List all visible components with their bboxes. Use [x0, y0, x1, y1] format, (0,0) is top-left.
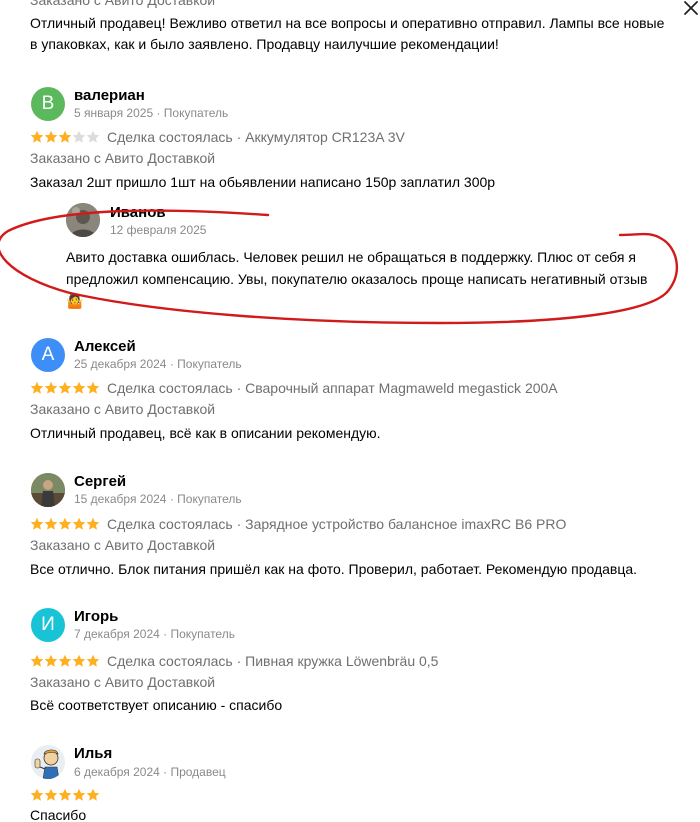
- review-text: Все отлично. Блок питания пришёл как на …: [30, 561, 638, 577]
- review-text: Спасибо: [30, 807, 87, 822]
- ordered-label: Заказано с Авито Доставкой: [30, 674, 216, 690]
- avatar-initial: И: [41, 614, 55, 635]
- star-rating: [30, 654, 100, 668]
- star-empty-icon: [86, 130, 100, 143]
- star-filled-icon: [72, 381, 86, 394]
- review-rating: Сделка состоялась · Пивная кружка Löwenb…: [30, 652, 438, 670]
- avatar-initial: В: [41, 93, 55, 114]
- star-rating: [30, 381, 100, 395]
- star-filled-icon: [44, 381, 58, 394]
- review-text-line: в упаковках, как и было заявлено. Продав…: [30, 36, 499, 52]
- star-rating: [30, 130, 100, 144]
- star-filled-icon: [86, 381, 100, 394]
- review-text: Отличный продавец! Вежливо ответил на вс…: [30, 13, 690, 55]
- vault-boy-icon: [31, 745, 65, 779]
- deal-info: Сделка состоялась · Аккумулятор CR123A 3…: [107, 129, 405, 145]
- star-empty-icon: [72, 130, 86, 143]
- review-text: Отличный продавец, всё как в описании ре…: [30, 425, 381, 441]
- reviewer-name[interactable]: валериан: [74, 87, 145, 104]
- avatar-photo-icon: [66, 203, 100, 237]
- star-filled-icon: [58, 654, 72, 667]
- star-filled-icon: [72, 788, 86, 801]
- avatar[interactable]: В: [31, 87, 65, 121]
- star-filled-icon: [72, 517, 86, 530]
- review-text: Всё соответствует описанию - спасибо: [30, 697, 283, 713]
- star-filled-icon: [86, 517, 100, 530]
- star-filled-icon: [86, 654, 100, 667]
- reply-text-line: Авито доставка ошиблась. Человек решил н…: [66, 249, 636, 265]
- star-filled-icon: [44, 130, 58, 143]
- star-filled-icon: [44, 788, 58, 801]
- star-filled-icon: [44, 517, 58, 530]
- star-filled-icon: [58, 517, 72, 530]
- seller-name[interactable]: Иванов: [110, 204, 166, 221]
- star-filled-icon: [30, 517, 44, 530]
- review-date-role: 25 декабря 2024 · Покупатель: [74, 357, 242, 371]
- reviewer-name[interactable]: Илья: [74, 745, 112, 762]
- review-rating: Сделка состоялась · Аккумулятор CR123A 3…: [30, 128, 405, 146]
- ordered-label: Заказано с Авито Доставкой: [30, 150, 216, 166]
- review-date-role: 7 декабря 2024 · Покупатель: [74, 627, 235, 641]
- seller-avatar[interactable]: [66, 203, 100, 237]
- review-date-role: 6 декабря 2024 · Продавец: [74, 765, 226, 779]
- star-filled-icon: [58, 130, 72, 143]
- avatar[interactable]: [31, 473, 65, 507]
- star-filled-icon: [44, 654, 58, 667]
- review-rating: [30, 786, 107, 804]
- deal-info: Сделка состоялась · Сварочный аппарат Ma…: [107, 380, 558, 396]
- avatar[interactable]: [31, 745, 65, 779]
- review-date-role: 15 декабря 2024 · Покупатель: [74, 492, 242, 506]
- avatar[interactable]: А: [31, 338, 65, 372]
- star-filled-icon: [30, 654, 44, 667]
- avatar[interactable]: И: [31, 608, 65, 642]
- star-rating: [30, 517, 100, 531]
- avatar-photo-icon: [31, 473, 65, 507]
- deal-info: Сделка состоялась · Пивная кружка Löwenb…: [107, 653, 439, 669]
- star-filled-icon: [30, 788, 44, 801]
- review-text-line: Отличный продавец! Вежливо ответил на вс…: [30, 15, 665, 31]
- reply-date: 12 февраля 2025: [110, 223, 207, 237]
- reviewer-name[interactable]: Сергей: [74, 473, 126, 490]
- star-filled-icon: [86, 788, 100, 801]
- reply-text: Авито доставка ошиблась. Человек решил н…: [66, 246, 676, 312]
- review-rating: Сделка состоялась · Сварочный аппарат Ma…: [30, 379, 558, 397]
- reviewer-name[interactable]: Алексей: [74, 338, 136, 355]
- reply-text-line: предложил компенсацию. Увы, покупателю о…: [66, 271, 648, 287]
- shrug-emoji-icon: 🤷: [66, 293, 84, 309]
- star-filled-icon: [30, 381, 44, 394]
- star-filled-icon: [58, 381, 72, 394]
- ordered-label: Заказано с Авито Доставкой: [30, 537, 216, 553]
- reviewer-name[interactable]: Игорь: [74, 608, 118, 625]
- deal-info: Сделка состоялась · Зарядное устройство …: [107, 516, 567, 532]
- star-filled-icon: [58, 788, 72, 801]
- ordered-label: Заказано с Авито Доставкой: [30, 0, 216, 8]
- review-rating: Сделка состоялась · Зарядное устройство …: [30, 515, 566, 533]
- star-rating: [30, 788, 100, 802]
- review-date-role: 5 января 2025 · Покупатель: [74, 106, 229, 120]
- ordered-label: Заказано с Авито Доставкой: [30, 401, 216, 417]
- star-filled-icon: [30, 130, 44, 143]
- star-filled-icon: [72, 654, 86, 667]
- review-text: Заказал 2шт пришло 1шт на обьявлении нап…: [30, 174, 496, 190]
- avatar-initial: А: [41, 344, 55, 365]
